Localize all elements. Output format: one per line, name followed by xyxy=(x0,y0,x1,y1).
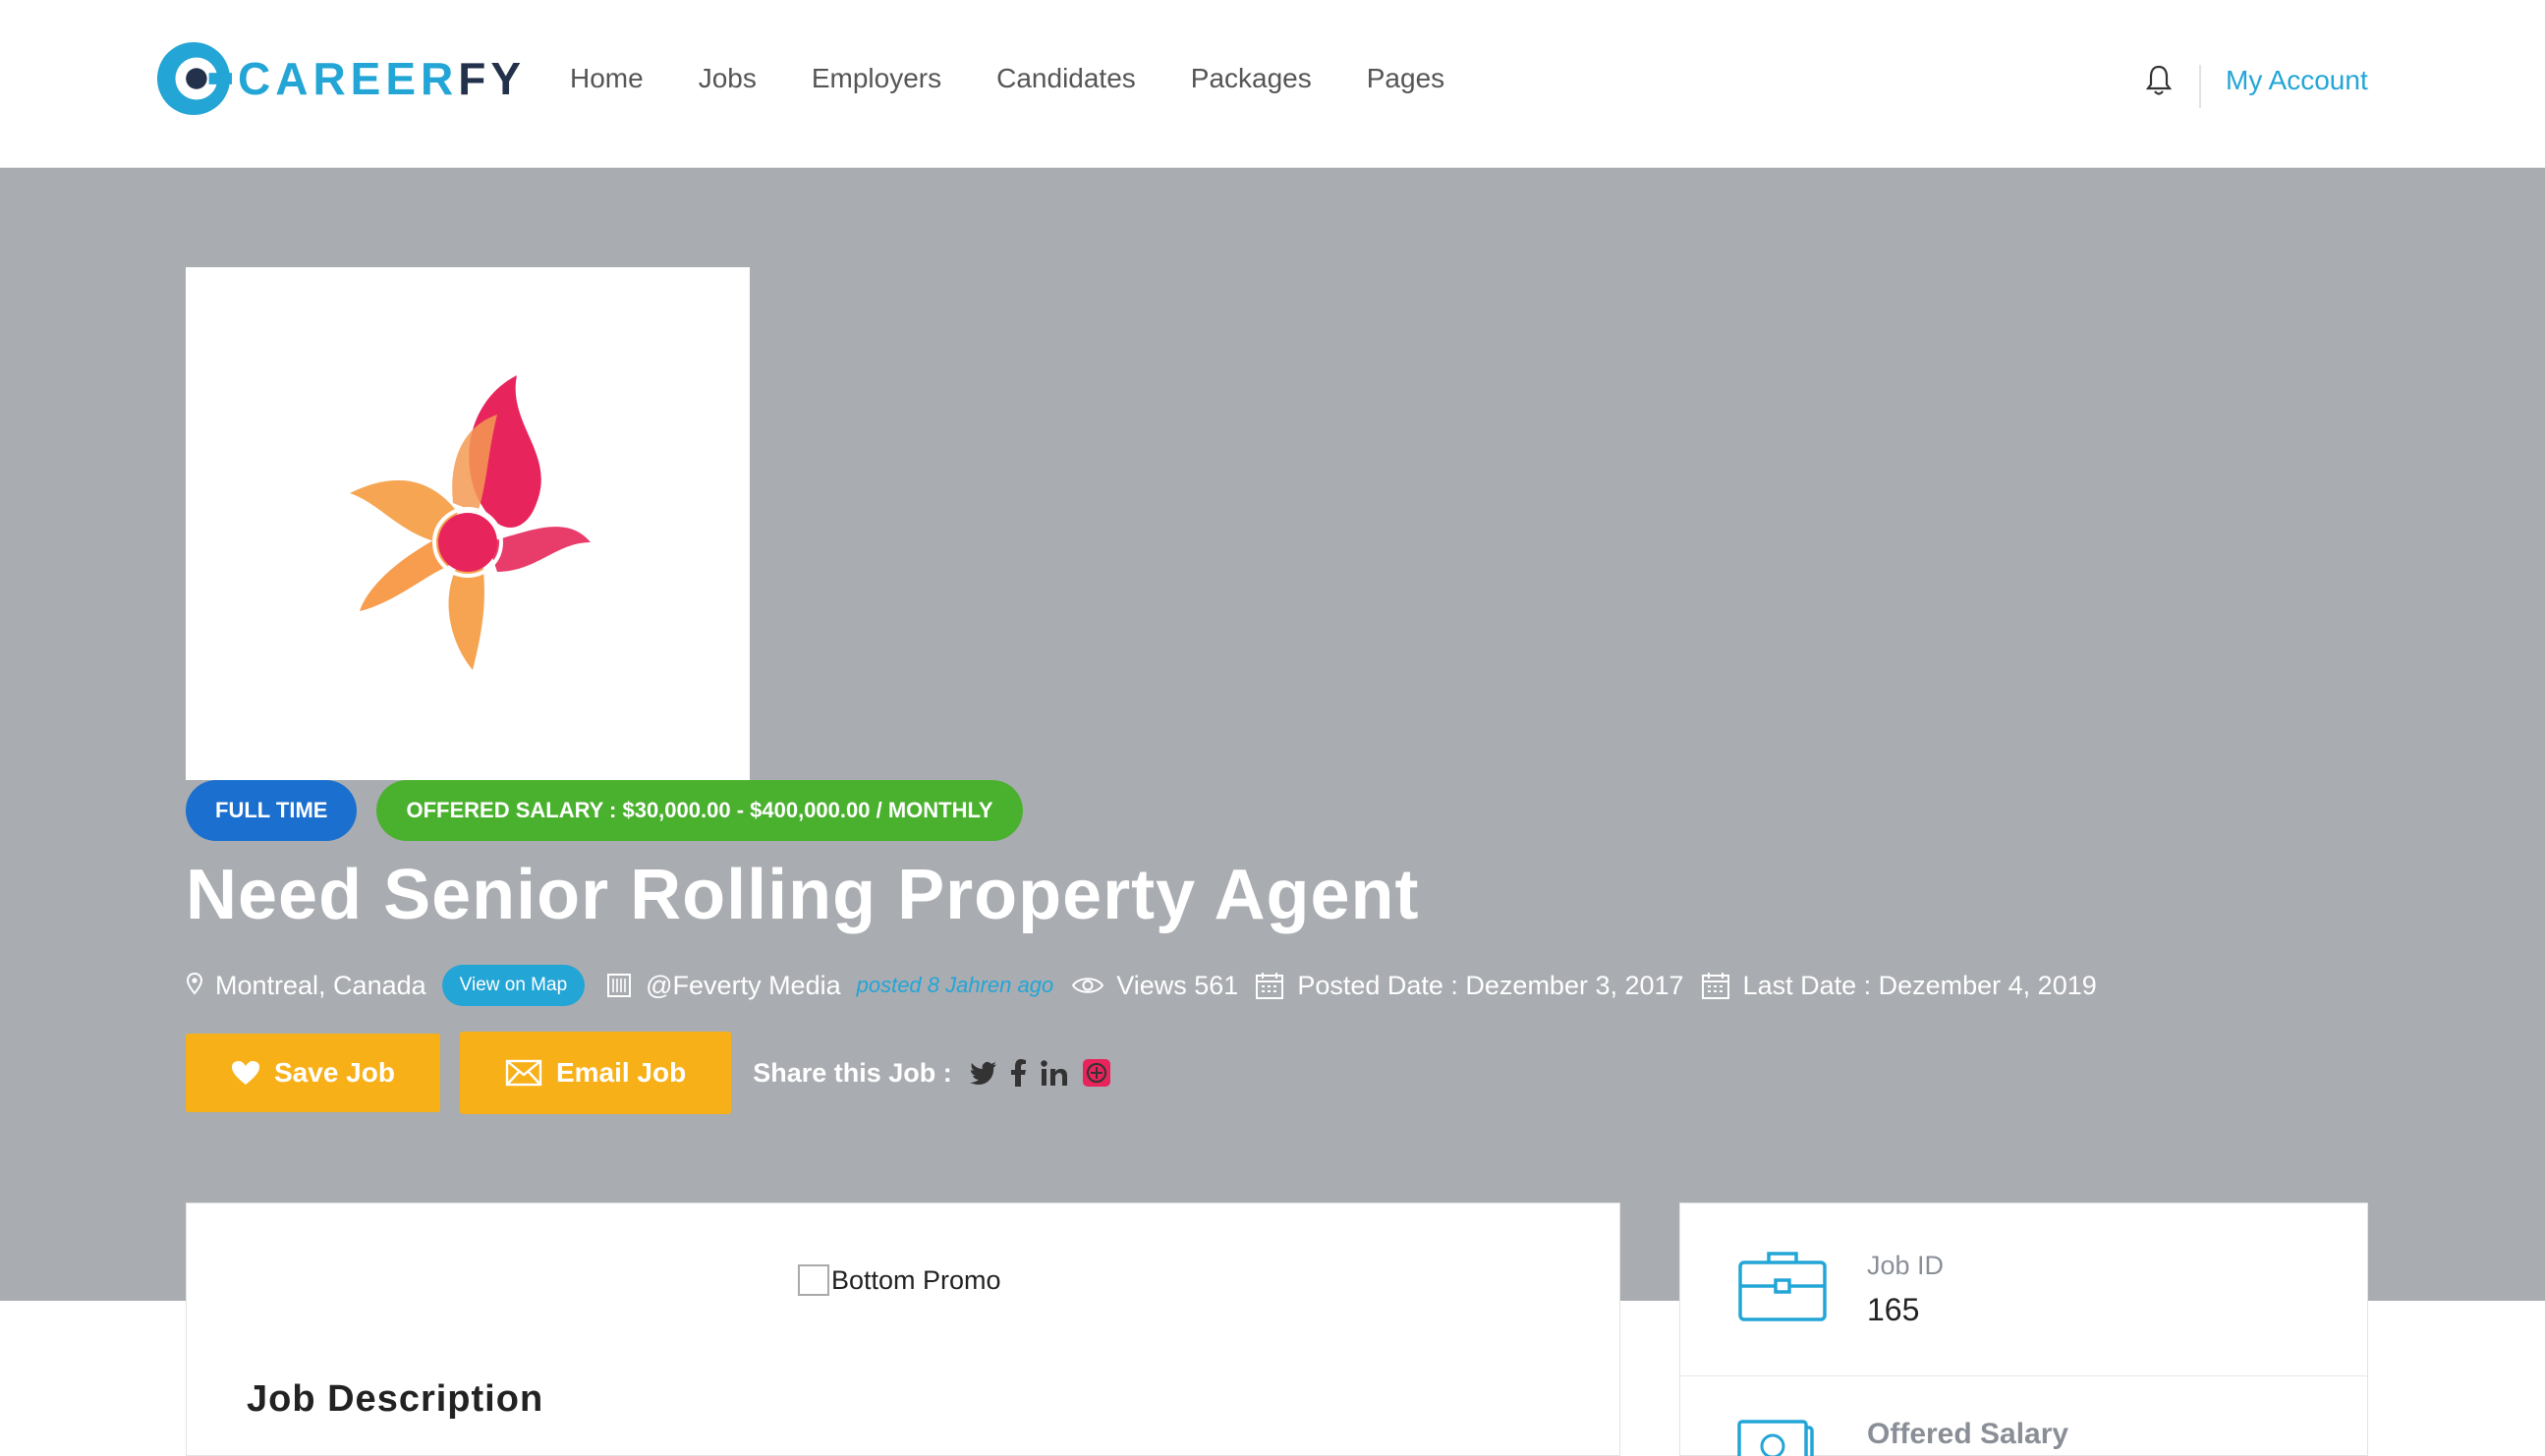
bottom-promo-image: Bottom Promo xyxy=(798,1264,1001,1296)
envelope-icon xyxy=(505,1059,542,1087)
nav-employers[interactable]: Employers xyxy=(812,59,941,98)
job-type-badge: FULL TIME xyxy=(186,780,358,841)
calendar-icon xyxy=(1256,973,1284,999)
offered-salary-label: Offered Salary xyxy=(1867,1418,2069,1450)
twitter-icon[interactable] xyxy=(969,1058,997,1088)
nav-packages[interactable]: Packages xyxy=(1191,59,1312,98)
share-label: Share this Job : xyxy=(753,1057,952,1088)
job-overview-card: Job ID 165 Offered Salary xyxy=(1679,1203,2368,1456)
save-job-button[interactable]: Save Job xyxy=(186,1034,440,1112)
careerfy-logo-icon xyxy=(156,41,232,116)
facebook-icon[interactable] xyxy=(1010,1058,1027,1088)
nav-jobs[interactable]: Jobs xyxy=(699,59,757,98)
view-on-map-button[interactable]: View on Map xyxy=(441,965,586,1006)
broken-image-icon xyxy=(798,1264,829,1296)
logo-text-career: CAREER xyxy=(238,53,459,104)
job-badges: FULL TIME OFFERED SALARY : $30,000.00 - … xyxy=(186,780,1023,841)
nav-candidates[interactable]: Candidates xyxy=(996,59,1136,98)
email-job-button[interactable]: Email Job xyxy=(459,1032,732,1114)
job-id-label: Job ID xyxy=(1867,1251,1945,1280)
building-icon xyxy=(607,974,632,997)
notification-bell-icon[interactable] xyxy=(2144,63,2174,98)
nav-pages[interactable]: Pages xyxy=(1367,59,1444,98)
calendar-icon xyxy=(1701,973,1729,999)
site-header: CAREERFY Home Jobs Employers Candidates … xyxy=(0,0,2545,168)
posted-ago: posted 8 Jahren ago xyxy=(856,973,1054,997)
job-views: Views 561 xyxy=(1116,970,1239,1000)
posted-date: Posted Date : Dezember 3, 2017 xyxy=(1297,970,1684,1000)
eye-icon xyxy=(1072,978,1104,993)
job-id-value: 165 xyxy=(1867,1292,1920,1327)
heart-icon xyxy=(231,1060,260,1086)
site-logo[interactable]: CAREERFY xyxy=(155,39,526,118)
logo-text-fy: FY xyxy=(458,53,527,104)
offered-salary-row: Offered Salary xyxy=(1680,1376,2368,1456)
last-date: Last Date : Dezember 4, 2019 xyxy=(1742,970,2097,1000)
job-description-heading: Job Description xyxy=(247,1378,544,1420)
flame-flower-logo-icon xyxy=(350,375,591,670)
job-actions: Save Job Email Job Share this Job : xyxy=(186,1032,1125,1114)
job-content-card: Bottom Promo Job Description xyxy=(186,1203,1620,1456)
save-job-label: Save Job xyxy=(274,1057,395,1088)
job-id-row: Job ID 165 xyxy=(1680,1204,2368,1376)
my-account-link[interactable]: My Account xyxy=(2226,61,2368,100)
location-pin-icon xyxy=(186,972,203,995)
salary-badge: OFFERED SALARY : $30,000.00 - $400,000.0… xyxy=(376,780,1023,841)
logo-wordmark: CAREERFY xyxy=(238,52,526,105)
header-divider xyxy=(2199,65,2201,108)
company-name[interactable]: @Feverty Media xyxy=(646,971,840,1001)
bottom-promo-alt: Bottom Promo xyxy=(831,1264,1001,1295)
job-location: Montreal, Canada xyxy=(215,970,426,1000)
main-nav: Home Jobs Employers Candidates Packages … xyxy=(570,59,1499,98)
email-job-label: Email Job xyxy=(555,1057,687,1088)
money-icon xyxy=(1737,1420,1814,1456)
job-title: Need Senior Rolling Property Agent xyxy=(186,856,1420,934)
briefcase-icon xyxy=(1738,1252,1827,1321)
google-plus-icon[interactable] xyxy=(1082,1058,1111,1088)
nav-home[interactable]: Home xyxy=(570,59,644,98)
linkedin-icon[interactable] xyxy=(1041,1058,1068,1088)
job-meta: Montreal, Canada View on Map @Feverty Me… xyxy=(186,965,2113,1006)
company-logo xyxy=(186,267,750,780)
